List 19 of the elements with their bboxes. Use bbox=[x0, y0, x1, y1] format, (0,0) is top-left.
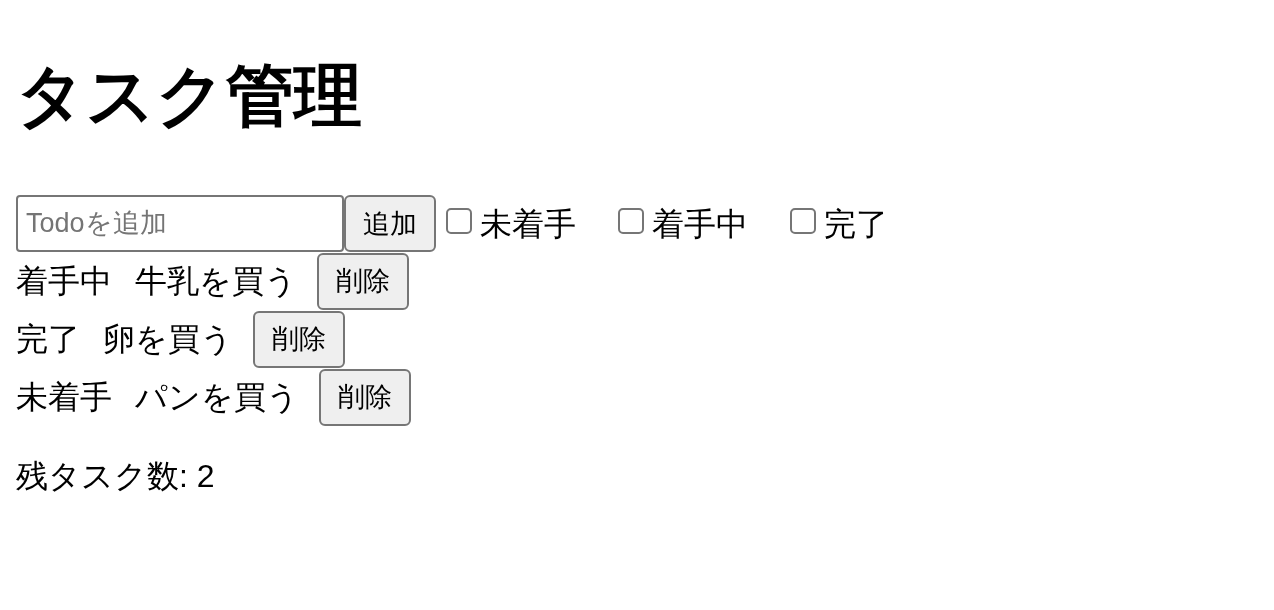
filter-checkbox[interactable] bbox=[618, 207, 644, 234]
todo-input-field[interactable]: Todoを追加 bbox=[16, 195, 344, 252]
page-title: タスク管理 bbox=[16, 56, 362, 135]
filter-label[interactable]: 未着手 bbox=[480, 203, 576, 244]
todo-status: 着手中 bbox=[16, 262, 112, 301]
todo-title: 卵を買う bbox=[103, 320, 233, 359]
todo-title: パンを買う bbox=[135, 378, 299, 417]
todo-status: 完了 bbox=[16, 320, 80, 359]
todo-status: 未着手 bbox=[16, 378, 112, 417]
delete-button[interactable]: 削除 bbox=[319, 368, 411, 426]
delete-button[interactable]: 削除 bbox=[317, 252, 409, 310]
remaining-count: 残タスク数: 2 bbox=[16, 457, 215, 496]
filter-label[interactable]: 完了 bbox=[824, 203, 888, 244]
filter-label[interactable]: 着手中 bbox=[652, 203, 748, 244]
todo-title: 牛乳を買う bbox=[135, 262, 297, 301]
filter-checkbox[interactable] bbox=[446, 207, 472, 234]
delete-button[interactable]: 削除 bbox=[253, 310, 345, 368]
filter-checkbox[interactable] bbox=[790, 207, 816, 234]
add-button[interactable]: 追加 bbox=[344, 195, 436, 252]
